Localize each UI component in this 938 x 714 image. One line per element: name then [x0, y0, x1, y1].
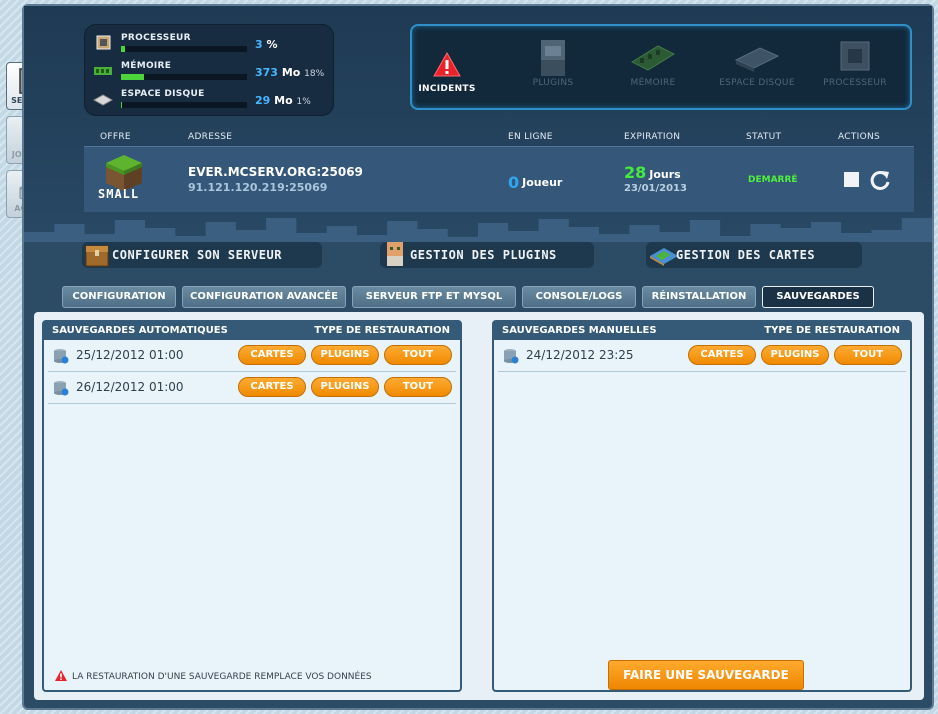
backups-content: SAUVEGARDES AUTOMATIQUES TYPE DE RESTAUR… [34, 312, 924, 700]
tab-backups[interactable]: SAUVEGARDES [762, 286, 874, 308]
create-backup-button[interactable]: FAIRE UNE SAUVEGARDE [608, 660, 804, 690]
restore-all-button[interactable]: TOUT [384, 345, 452, 365]
cpu-icon [840, 41, 870, 71]
auto-backups-header: SAUVEGARDES AUTOMATIQUES TYPE DE RESTAUR… [44, 322, 460, 340]
restore-all-button[interactable]: TOUT [834, 345, 902, 365]
configure-server-button[interactable]: CONFIGURER SON SERVEUR [82, 242, 322, 268]
pixel-skyline-decoration [24, 218, 932, 242]
list-item: 26/12/2012 01:00 CARTES PLUGINS TOUT [48, 372, 456, 404]
disk-icon [93, 94, 113, 106]
memory-bar-fill [121, 74, 144, 80]
database-icon [54, 381, 69, 396]
stat-memory: MÉMOIRE 373 Mo 18% [93, 57, 329, 83]
disk-icon [734, 47, 780, 72]
server-address: EVER.MCSERV.ORG:25069 [188, 165, 363, 179]
expiration-date: 23/01/2013 [624, 183, 687, 194]
restore-maps-button[interactable]: CARTES [238, 377, 306, 397]
alert-plugins[interactable]: PLUGINS [508, 36, 598, 106]
server-row: SMALL EVER.MCSERV.ORG:25069 91.121.120.2… [84, 146, 914, 212]
offer-label: SMALL [98, 187, 140, 201]
restore-all-button[interactable]: TOUT [384, 377, 452, 397]
tab-advanced-configuration[interactable]: CONFIGURATION AVANCÉE [182, 286, 346, 308]
restore-warning: LA RESTAURATION D'UNE SAUVEGARDE REMPLAC… [54, 669, 372, 682]
server-ip: 91.121.120.219:25069 [188, 181, 328, 194]
auto-backups-panel: SAUVEGARDES AUTOMATIQUES TYPE DE RESTAUR… [42, 320, 462, 692]
server-table-header: OFFRE ADRESSE EN LIGNE EXPIRATION STATUT… [100, 132, 881, 142]
cpu-bar [121, 46, 247, 52]
maps-management-button[interactable]: GESTION DES CARTES [646, 242, 862, 268]
alert-memory[interactable]: MÉMOIRE [608, 36, 698, 106]
restore-maps-button[interactable]: CARTES [238, 345, 306, 365]
alerts-panel: INCIDENTS PLUGINS MÉMOIRE ESPACE DISQUE … [410, 24, 912, 110]
tab-ftp-mysql[interactable]: SERVEUR FTP ET MYSQL [352, 286, 516, 308]
alert-disk[interactable]: ESPACE DISQUE [712, 36, 802, 106]
tab-reinstallation[interactable]: RÉINSTALLATION [642, 286, 756, 308]
cpu-bar-fill [121, 46, 125, 52]
expiration-days: 28 Jours [624, 163, 681, 182]
memory-bar [121, 74, 247, 80]
restore-plugins-button[interactable]: PLUGINS [311, 377, 379, 397]
warning-icon [433, 51, 461, 77]
restore-plugins-button[interactable]: PLUGINS [761, 345, 829, 365]
online-players: 0 Joueur [508, 173, 563, 192]
stat-disk: ESPACE DISQUE 29 Mo 1% [93, 85, 329, 111]
restart-icon[interactable] [869, 169, 891, 191]
disk-bar [121, 102, 247, 108]
database-icon [504, 349, 519, 364]
resource-stats: PROCESSEUR 3 % MÉMOIRE 373 Mo 18% ESPACE… [84, 24, 334, 116]
tab-configuration[interactable]: CONFIGURATION [62, 286, 176, 308]
ram-icon [630, 45, 676, 71]
database-icon [54, 349, 69, 364]
warning-icon [55, 670, 67, 681]
chest-icon [85, 245, 109, 267]
stop-server-button[interactable] [844, 172, 859, 187]
manual-backups-header: SAUVEGARDES MANUELLES TYPE DE RESTAURATI… [494, 322, 910, 340]
ram-icon [94, 67, 112, 75]
list-item: 24/12/2012 23:25 CARTES PLUGINS TOUT [498, 340, 906, 372]
status-badge: DEMARRÉ [748, 175, 798, 185]
alert-incidents[interactable]: INCIDENTS [402, 36, 492, 106]
main-panel: PROCESSEUR 3 % MÉMOIRE 373 Mo 18% ESPACE… [22, 4, 934, 710]
restore-maps-button[interactable]: CARTES [688, 345, 756, 365]
manual-backups-panel: SAUVEGARDES MANUELLES TYPE DE RESTAURATI… [492, 320, 912, 692]
alert-cpu[interactable]: PROCESSEUR [810, 36, 900, 106]
plugins-icon [541, 40, 565, 76]
restore-plugins-button[interactable]: PLUGINS [311, 345, 379, 365]
villager-icon [387, 242, 403, 266]
server-header: PROCESSEUR 3 % MÉMOIRE 373 Mo 18% ESPACE… [24, 6, 932, 236]
plugins-management-button[interactable]: GESTION DES PLUGINS [380, 242, 594, 268]
cpu-icon [96, 35, 111, 50]
list-item: 25/12/2012 01:00 CARTES PLUGINS TOUT [48, 340, 456, 372]
disk-bar-fill [121, 102, 123, 108]
stat-cpu: PROCESSEUR 3 % [93, 29, 329, 55]
tab-console-logs[interactable]: CONSOLE/LOGS [522, 286, 636, 308]
